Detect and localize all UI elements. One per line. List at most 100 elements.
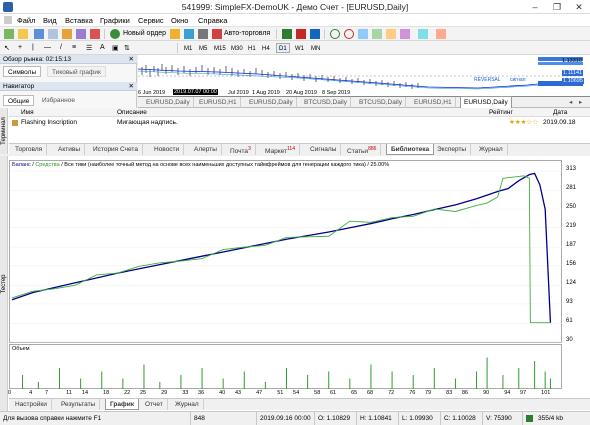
timeframe-m15[interactable]: M15	[211, 43, 229, 53]
vps-icon[interactable]	[198, 29, 208, 39]
channel-icon[interactable]: ≡	[72, 44, 76, 51]
menu-tools[interactable]: Сервис	[138, 16, 164, 25]
trendline-icon[interactable]: /	[60, 44, 62, 51]
chart-tab-active[interactable]: EURUSD,Daily	[460, 96, 512, 108]
close-button[interactable]: ✕	[568, 0, 590, 14]
chart-tab[interactable]: EURUSD,H1	[411, 97, 456, 108]
status-bar: Для вызова справки нажмите F1 848 2019.0…	[0, 411, 590, 425]
terminal-panel: Терминал Имя Описание Рейтинг Дата Flash…	[0, 108, 590, 155]
signals-icon[interactable]	[184, 29, 194, 39]
menu-help[interactable]: Справка	[198, 16, 227, 25]
metaeditor-icon[interactable]	[170, 29, 180, 39]
col-date[interactable]: Дата	[553, 108, 567, 117]
tab-market[interactable]: Маркет114	[261, 144, 300, 155]
candlestick-icon[interactable]	[296, 29, 306, 39]
label-icon[interactable]: ▣	[112, 44, 119, 52]
tab-trade[interactable]: Торговля	[11, 144, 48, 155]
autotrade-button[interactable]: Авто-торговля	[224, 30, 270, 37]
timeframe-mn[interactable]: MN	[308, 43, 323, 53]
new-order-button[interactable]: Новый ордер	[123, 30, 166, 37]
tab-favorites[interactable]: Избранное	[38, 95, 79, 106]
chart-tab[interactable]: EURUSD,Daily	[143, 97, 194, 108]
menu-charts[interactable]: Графики	[100, 16, 130, 25]
timeframe-w1[interactable]: W1	[292, 43, 307, 53]
horizontal-line-icon[interactable]: —	[44, 44, 51, 51]
strategy-tester-icon[interactable]	[90, 29, 100, 39]
tab-signals[interactable]: Сигналы	[306, 144, 342, 155]
new-order-icon[interactable]	[110, 29, 120, 39]
tab-alerts[interactable]: Алерты	[190, 144, 222, 155]
tab-report[interactable]: Отчет	[141, 399, 168, 410]
cursor-icon[interactable]: ↖	[4, 44, 10, 52]
col-name[interactable]: Имя	[21, 108, 34, 117]
tab-scroll-right-icon[interactable]: ▸	[576, 97, 585, 108]
fibonacci-icon[interactable]: ☰	[86, 44, 92, 52]
tab-library[interactable]: Библиотека	[386, 144, 435, 155]
timeframe-m30[interactable]: M30	[228, 43, 246, 53]
volume-bar	[180, 375, 182, 389]
tab-experts[interactable]: Эксперты	[433, 144, 472, 155]
chart-tab[interactable]: EURUSD,H1	[196, 97, 241, 108]
autotrade-status-icon[interactable]	[212, 29, 222, 39]
tab-account-history[interactable]: История Счета	[89, 144, 143, 155]
arrows-icon[interactable]: ⇅	[124, 44, 130, 52]
line-chart-icon[interactable]	[310, 29, 320, 39]
menu-insert[interactable]: Вставка	[65, 16, 93, 25]
tab-results[interactable]: Результаты	[57, 399, 101, 410]
tab-assets[interactable]: Активы	[54, 144, 85, 155]
timeframe-m5[interactable]: M5	[196, 43, 210, 53]
minimize-button[interactable]: –	[524, 0, 546, 14]
text-icon[interactable]: A	[100, 44, 105, 51]
price-chart[interactable]: REVERSAL сигнал 1.13310 1.11141 1.10695 …	[138, 55, 590, 97]
timeframe-m1[interactable]: M1	[181, 43, 195, 53]
tab-general[interactable]: Общие	[3, 95, 35, 106]
indicators-icon[interactable]	[400, 29, 410, 39]
bar-chart-icon[interactable]	[282, 29, 292, 39]
navigator-icon[interactable]	[62, 29, 72, 39]
market-watch-icon[interactable]	[34, 29, 44, 39]
market-watch-header: Обзор рынка: 02:15:13 ✕	[0, 55, 137, 64]
profiles-icon[interactable]	[18, 29, 28, 39]
chart-tab[interactable]: BTCUSD,Daily	[356, 97, 406, 108]
document-icon[interactable]	[4, 16, 12, 24]
tab-news[interactable]: Новости	[150, 144, 185, 155]
crosshair-icon[interactable]: +	[18, 44, 22, 51]
tab-symbols[interactable]: Символы	[3, 66, 42, 77]
chart-tab[interactable]: BTCUSD,Daily	[301, 97, 351, 108]
col-description[interactable]: Описание	[117, 108, 147, 117]
timeframe-h4[interactable]: H4	[259, 43, 273, 53]
timeframe-h1[interactable]: H1	[245, 43, 259, 53]
templates-icon[interactable]	[436, 29, 446, 39]
menu-view[interactable]: Вид	[43, 16, 57, 25]
close-navigator-icon[interactable]: ✕	[129, 82, 134, 91]
tab-settings[interactable]: Настройки	[11, 399, 52, 410]
menu-window[interactable]: Окно	[171, 16, 188, 25]
price-label-1: 1.13310	[562, 58, 582, 64]
tab-mailbox[interactable]: Почта3	[226, 144, 256, 155]
new-chart-icon[interactable]	[4, 29, 14, 39]
volume-bar	[143, 364, 145, 389]
tab-tick-chart[interactable]: Тиковый график	[47, 66, 106, 77]
tab-tester-journal[interactable]: Журнал	[171, 399, 204, 410]
col-rating[interactable]: Рейтинг	[489, 108, 513, 117]
navigator-header: Навигатор ✕	[0, 82, 137, 91]
chart-shift-icon[interactable]	[386, 29, 396, 39]
zoom-in-icon[interactable]	[330, 29, 340, 39]
terminal-icon[interactable]	[76, 29, 86, 39]
auto-scroll-icon[interactable]	[372, 29, 382, 39]
tile-windows-icon[interactable]	[358, 29, 368, 39]
close-panel-icon[interactable]: ✕	[129, 55, 134, 64]
chart-tab[interactable]: EURUSD,Daily	[246, 97, 297, 108]
tab-articles[interactable]: Статьи886	[343, 144, 382, 155]
maximize-button[interactable]: ❐	[546, 0, 568, 14]
tab-graph[interactable]: График	[105, 399, 139, 410]
timeframe-d1[interactable]: D1	[276, 43, 290, 53]
tab-journal[interactable]: Журнал	[475, 144, 508, 155]
periods-icon[interactable]	[418, 29, 428, 39]
data-window-icon[interactable]	[48, 29, 58, 39]
menu-file[interactable]: Файл	[17, 16, 35, 25]
vertical-line-icon[interactable]: |	[32, 44, 34, 51]
table-row[interactable]: Flashing Inscription Мигающая надпись. ★…	[9, 118, 590, 128]
tab-scroll-left-icon[interactable]: ◂	[566, 97, 575, 108]
zoom-out-icon[interactable]	[344, 29, 354, 39]
